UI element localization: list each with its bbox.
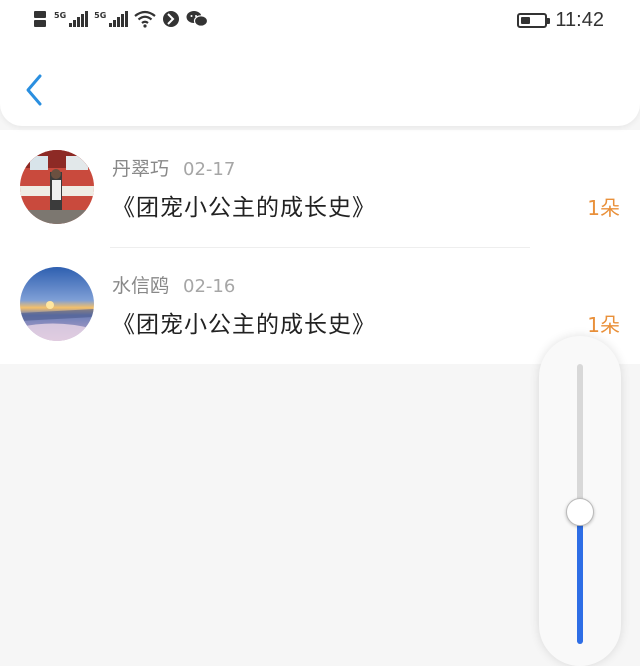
- avatar[interactable]: [20, 150, 94, 224]
- book-title: 《团宠小公主的成长史》: [112, 195, 376, 221]
- brightness-slider-track[interactable]: [566, 364, 594, 644]
- item-meta: 丹翠巧 02-17: [112, 154, 235, 181]
- avatar[interactable]: [20, 267, 94, 341]
- clock-time: 11:42: [555, 9, 604, 31]
- battery-level: [521, 17, 531, 24]
- chevron-left-icon[interactable]: [22, 72, 48, 108]
- brightness-slider-panel: [539, 336, 621, 666]
- signal-5g-icon: 5G: [94, 11, 129, 27]
- book-title: 《团宠小公主的成长史》: [112, 312, 376, 338]
- gift-record-list: 丹翠巧 02-17 《团宠小公主的成长史》 1朵 水信鸥 02-16 《团宠小公…: [0, 130, 640, 364]
- status-icons-right: 11:42: [517, 9, 604, 32]
- vpn-icon: [163, 11, 180, 27]
- top-nav-bar: [0, 44, 640, 126]
- signal-5g-icon: 5G: [54, 11, 89, 27]
- status-bar: 5G 5G 11:42: [0, 0, 640, 44]
- wechat-icon: [186, 11, 209, 27]
- list-item[interactable]: 丹翠巧 02-17 《团宠小公主的成长史》 1朵: [0, 130, 640, 247]
- brightness-slider-fill: [577, 512, 583, 644]
- gift-date: 02-16: [183, 276, 236, 297]
- item-meta: 水信鸥 02-16: [112, 271, 235, 298]
- user-name: 丹翠巧: [112, 158, 170, 180]
- gift-count: 1朵: [587, 313, 620, 337]
- status-icons-left: 5G 5G: [34, 10, 209, 28]
- signal-label: 5G: [54, 11, 67, 20]
- battery-icon: [517, 13, 551, 28]
- wifi-icon: [134, 10, 156, 28]
- list-item[interactable]: 水信鸥 02-16 《团宠小公主的成长史》 1朵: [0, 247, 640, 364]
- hd-icon: [34, 11, 46, 27]
- user-name: 水信鸥: [112, 275, 170, 297]
- brightness-slider-thumb[interactable]: [566, 498, 594, 526]
- gift-count: 1朵: [587, 196, 620, 220]
- signal-label: 5G: [94, 11, 107, 20]
- gift-date: 02-17: [183, 159, 236, 180]
